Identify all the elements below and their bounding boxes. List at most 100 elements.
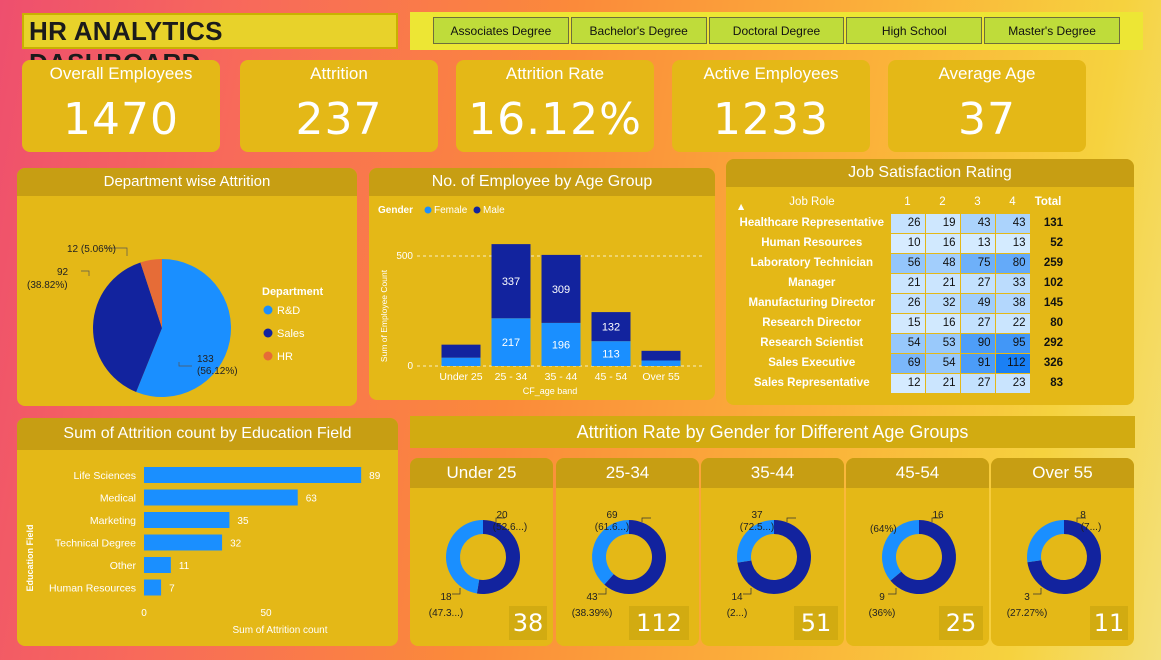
age-bar-data-label: 132: [602, 322, 620, 334]
age-x-tick: Over 55: [642, 371, 680, 383]
donut-total: 11: [1090, 606, 1128, 640]
kpi-label: Attrition Rate: [505, 64, 605, 83]
age-bar-female[interactable]: [441, 357, 481, 366]
donut-female-pct: (27.27%): [1007, 608, 1048, 619]
donut-male-pct: (64%): [870, 524, 897, 535]
table-row: Sales Executive 69 54 91 112 326: [734, 352, 1066, 374]
donut-leader-line: [888, 588, 897, 595]
donut-segment-female[interactable]: [445, 520, 483, 594]
edu-x-tick: 0: [141, 608, 147, 619]
rating-cell: 33: [994, 272, 1031, 294]
rating-cell: 95: [994, 332, 1031, 354]
total-cell: 102: [1043, 277, 1063, 289]
kpi-active-employees: Active Employees 1233: [672, 60, 870, 152]
filter-high-school[interactable]: High School: [846, 17, 983, 44]
rating-cell: 13: [994, 232, 1031, 254]
rating-cell: 15: [889, 312, 926, 334]
donut-female-pct: (2...): [727, 608, 748, 619]
education-field-bar-chart[interactable]: Education Field Sum of Attrition count L…: [17, 450, 398, 646]
section-title-gender-age: Attrition Rate by Gender for Different A…: [410, 416, 1135, 448]
rating-cell: 21: [889, 272, 926, 294]
job-role-cell: Laboratory Technician: [750, 257, 873, 269]
rating-cell: 43: [994, 212, 1031, 234]
donut-leader-line: [452, 588, 461, 595]
rating-cell: 53: [924, 332, 961, 354]
kpi-value: 237: [295, 94, 383, 145]
job-role-cell: Research Director: [762, 317, 862, 329]
job-role-cell: Sales Executive: [768, 357, 856, 369]
donut-female-label: 3: [1024, 592, 1030, 603]
edu-data-label: 89: [369, 471, 381, 482]
edu-data-label: 11: [179, 561, 190, 572]
age-group-stacked-bar-chart[interactable]: Gender Female Male Sum of Employee Count…: [369, 196, 715, 400]
filter-masters-degree[interactable]: Master's Degree: [984, 17, 1120, 44]
rating-cell: 48: [924, 252, 961, 274]
legend-hr-marker: [263, 351, 273, 361]
age-bar-data-label: 196: [552, 339, 570, 351]
table-row: Manager 21 21 27 33 102: [734, 272, 1066, 294]
filter-bachelors-degree[interactable]: Bachelor's Degree: [570, 17, 707, 44]
filter-doctoral-degree[interactable]: Doctoral Degree: [708, 17, 845, 44]
total-cell: 292: [1043, 337, 1063, 349]
age-x-tick: Under 25: [439, 371, 482, 383]
column-header-rating-2[interactable]: 2: [925, 191, 960, 213]
legend-sales-label: Sales: [277, 328, 305, 340]
rating-cell: 75: [959, 252, 996, 274]
age-bar-data-label: 217: [502, 337, 520, 349]
column-header-rating-1[interactable]: 1: [890, 191, 925, 213]
rating-cell: 26: [889, 292, 926, 314]
donut-card-title: Under 25: [410, 458, 553, 488]
legend-rnd-marker: [263, 305, 273, 315]
kpi-value: 16.12%: [468, 94, 642, 145]
age-bar-female[interactable]: [641, 360, 681, 367]
card-title: Sum of Attrition count by Education Fiel…: [17, 418, 398, 450]
total-cell: 80: [1050, 317, 1063, 329]
donut-card-1: Under 25 20 (52.6...) 18 (47.3...) 38: [410, 458, 553, 646]
rating-cell: 16: [924, 232, 961, 254]
job-satisfaction-card: Job Satisfaction Rating ▲ Job Role 1 2 3…: [726, 159, 1134, 405]
edu-bar[interactable]: [144, 579, 162, 596]
rating-cell: 22: [994, 312, 1031, 334]
donut-male-pct: (72.5...): [740, 522, 774, 533]
column-header-job-role[interactable]: Job Role: [734, 191, 890, 213]
age-bar-male[interactable]: [641, 350, 681, 361]
department-pie-chart[interactable]: 12 (5.06%) 92 (38.82%) 133 (56.12%) Depa…: [17, 196, 357, 406]
donut-female-pct: (36%): [869, 608, 896, 619]
pie-pct-sales: (38.82%): [27, 280, 68, 291]
rating-cell: 27: [959, 312, 996, 334]
table-row: Manufacturing Director 26 32 49 38 145: [734, 292, 1066, 314]
donut-card-5: Over 55 8 (7...) 3 (27.27%) 11: [991, 458, 1134, 646]
edu-bar[interactable]: [144, 534, 223, 551]
donut-total: 38: [509, 606, 547, 640]
total-cell: 259: [1043, 257, 1063, 269]
table-row: Laboratory Technician 56 48 75 80 259: [734, 252, 1066, 274]
pie-label-rnd: 133: [197, 354, 214, 365]
donut-female-label: 14: [731, 592, 743, 603]
edu-bar[interactable]: [144, 512, 230, 528]
kpi-label: Attrition: [310, 64, 368, 83]
donut-card-title: Over 55: [991, 458, 1134, 488]
donut-segment-female[interactable]: [1027, 520, 1064, 563]
card-title: Job Satisfaction Rating: [726, 159, 1134, 187]
donut-male-pct: (61.6...): [595, 522, 629, 533]
legend-female-label: Female: [434, 205, 468, 216]
kpi-attrition: Attrition 237: [240, 60, 438, 152]
age-x-axis-label: CF_age band: [523, 386, 578, 396]
edu-bar[interactable]: [144, 489, 298, 506]
edu-y-axis-label: Education Field: [25, 524, 35, 591]
table-row: Sales Representative 12 21 27 23 83: [734, 372, 1066, 394]
column-header-rating-4[interactable]: 4: [995, 191, 1030, 213]
edu-data-label: 35: [237, 516, 249, 527]
column-header-total[interactable]: Total: [1030, 191, 1066, 213]
pie-legend-title: Department: [262, 286, 323, 298]
edu-bar[interactable]: [144, 557, 171, 573]
edu-bar[interactable]: [144, 467, 362, 483]
column-header-rating-3[interactable]: 3: [960, 191, 995, 213]
job-role-cell: Human Resources: [761, 237, 863, 249]
filter-associates-degree[interactable]: Associates Degree: [433, 17, 569, 44]
kpi-attrition-rate: Attrition Rate 16.12%: [456, 60, 654, 152]
donut-male-label: 37: [751, 510, 763, 521]
age-bar-male[interactable]: [441, 344, 481, 358]
donut-female-label: 9: [879, 592, 885, 603]
edu-category-label: Other: [110, 560, 137, 572]
